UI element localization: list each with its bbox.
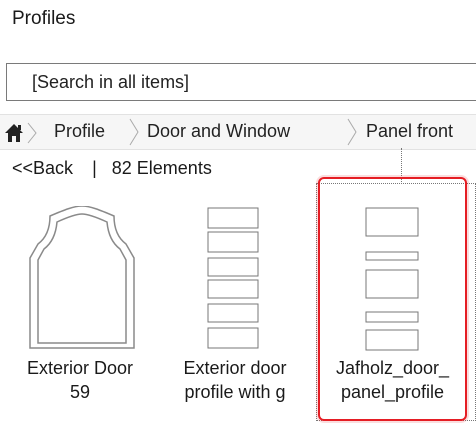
home-icon[interactable] bbox=[2, 121, 44, 150]
item-label-line2[interactable]: panel_profile bbox=[322, 381, 463, 403]
breadcrumb-separator-icon bbox=[346, 115, 358, 154]
item-label-line1[interactable]: Exterior door bbox=[164, 357, 306, 379]
search-input[interactable]: [Search in all items] bbox=[6, 63, 476, 101]
stacked-panels-profile-thumbnail[interactable] bbox=[206, 206, 262, 357]
element-count: 82 Elements bbox=[111, 158, 212, 178]
navigation-bar: <<Back | 82 Elements bbox=[12, 158, 212, 179]
item-label-line1[interactable]: Jafholz_door_ bbox=[322, 357, 463, 379]
back-button[interactable]: <<Back bbox=[12, 158, 73, 179]
breadcrumb-item-profile[interactable]: Profile bbox=[54, 121, 105, 142]
nav-separator: | bbox=[92, 158, 97, 178]
item-label-line2[interactable]: profile with g bbox=[164, 381, 306, 403]
search-placeholder: [Search in all items] bbox=[32, 72, 190, 92]
item-label-line2[interactable]: 59 bbox=[0, 381, 160, 403]
item-label-line1[interactable]: Exterior Door bbox=[0, 357, 160, 379]
breadcrumb-item-door-and-window[interactable]: Door and Window bbox=[147, 121, 290, 142]
arched-door-profile-thumbnail[interactable] bbox=[24, 205, 140, 357]
panel-title: Profiles bbox=[12, 8, 76, 29]
breadcrumb-separator-icon bbox=[128, 115, 140, 154]
breadcrumb: Profile Door and Window Panel front bbox=[0, 114, 476, 150]
breadcrumb-item-panel-front[interactable]: Panel front bbox=[366, 121, 453, 142]
